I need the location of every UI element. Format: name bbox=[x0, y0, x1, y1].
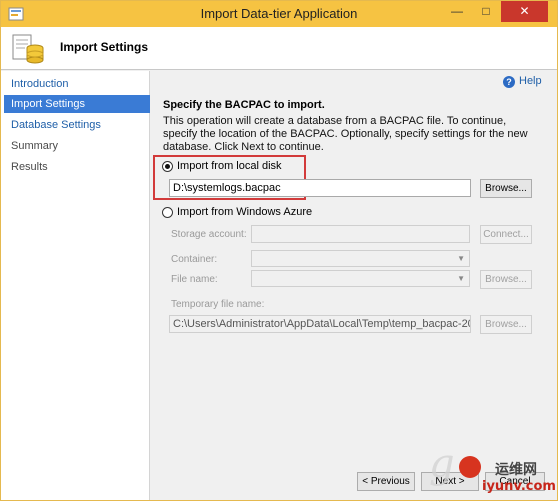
page-header: Import Settings bbox=[1, 27, 557, 70]
database-import-icon bbox=[12, 34, 44, 64]
help-label: Help bbox=[519, 75, 542, 87]
local-disk-label[interactable]: Import from local disk bbox=[177, 160, 282, 172]
azure-label[interactable]: Import from Windows Azure bbox=[177, 206, 312, 218]
chevron-down-icon: ▼ bbox=[457, 274, 465, 283]
temp-file-label: Temporary file name: bbox=[171, 299, 265, 310]
watermark-site: iyunv.com bbox=[482, 479, 556, 494]
azure-radio[interactable] bbox=[162, 207, 173, 218]
section-title: Specify the BACPAC to import. bbox=[163, 99, 325, 111]
close-button[interactable]: ✕ bbox=[501, 1, 548, 22]
watermark-logo-icon bbox=[459, 456, 481, 478]
temp-browse-button[interactable]: Browse... bbox=[480, 315, 532, 334]
page-title: Import Settings bbox=[60, 40, 149, 54]
nav-item-import-settings[interactable]: Import Settings bbox=[4, 95, 150, 113]
minimize-button[interactable]: — bbox=[443, 1, 471, 22]
maximize-button[interactable]: □ bbox=[472, 1, 500, 22]
previous-button[interactable]: < Previous bbox=[357, 472, 415, 491]
temp-file-input[interactable]: C:\Users\Administrator\AppData\Local\Tem… bbox=[169, 315, 471, 333]
nav-item-database-settings[interactable]: Database Settings bbox=[4, 116, 150, 134]
container-label: Container: bbox=[171, 254, 218, 265]
wizard-nav: Introduction Import Settings Database Se… bbox=[1, 71, 150, 500]
help-link[interactable]: ? Help bbox=[503, 75, 542, 88]
connect-button[interactable]: Connect... bbox=[480, 225, 532, 244]
bacpac-path-input[interactable]: D:\systemlogs.bacpac bbox=[169, 179, 471, 197]
watermark-cn-text: 运维网 bbox=[495, 461, 537, 477]
browse-button[interactable]: Browse... bbox=[480, 179, 532, 198]
title-bar[interactable]: Import Data-tier Application — □ ✕ bbox=[1, 1, 557, 27]
section-description: This operation will create a database fr… bbox=[163, 115, 528, 153]
help-icon: ? bbox=[503, 76, 515, 88]
watermark-ghost: g bbox=[429, 441, 455, 487]
chevron-down-icon: ▼ bbox=[457, 254, 465, 263]
nav-item-introduction[interactable]: Introduction bbox=[4, 75, 150, 93]
file-name-select[interactable]: ▼ bbox=[251, 270, 470, 287]
nav-item-summary: Summary bbox=[11, 140, 59, 152]
container-select[interactable]: ▼ bbox=[251, 250, 470, 267]
storage-account-label: Storage account: bbox=[171, 229, 247, 240]
storage-account-input[interactable] bbox=[251, 225, 470, 243]
file-name-label: File name: bbox=[171, 274, 218, 285]
local-disk-radio[interactable] bbox=[162, 161, 173, 172]
nav-item-results: Results bbox=[11, 161, 48, 173]
import-dialog-window: Import Data-tier Application — □ ✕ Impor… bbox=[0, 0, 558, 501]
file-browse-button[interactable]: Browse... bbox=[480, 270, 532, 289]
